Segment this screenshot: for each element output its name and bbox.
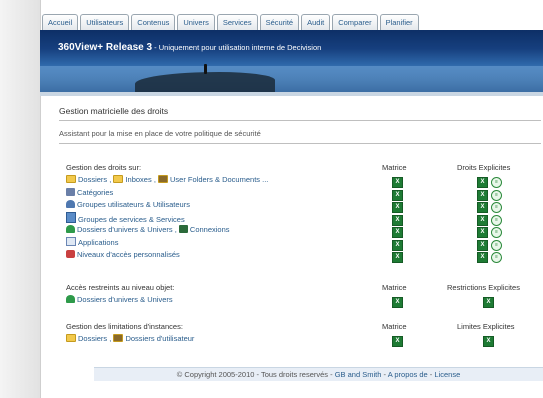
section-heading: Accès restreints au niveau objet:	[66, 283, 175, 292]
section-limites-header: Gestion des limitations d'instances: Mat…	[59, 322, 541, 333]
section-acces: Accès restreints au niveau objet: Matric…	[59, 283, 541, 308]
rights-icon[interactable]: ≡	[491, 252, 502, 263]
col-matrice: Matrice	[382, 283, 407, 292]
list-item: Catégories X X ≡	[59, 187, 541, 201]
link-groupes-utilisateurs[interactable]: Groupes utilisateurs & Utilisateurs	[77, 200, 190, 209]
col-limites-explicites: Limites Explicites	[457, 322, 515, 331]
matrix-excel-icon[interactable]: X	[392, 334, 403, 347]
link-dossiers[interactable]: Dossiers	[78, 334, 107, 343]
excel-icon[interactable]: X	[477, 252, 488, 263]
tab-univers[interactable]: Univers	[177, 14, 215, 30]
banner-rock	[135, 72, 275, 92]
section-limites: Gestion des limitations d'instances: Mat…	[59, 322, 541, 347]
page-subtitle: Assistant pour la mise en place de votre…	[59, 129, 541, 144]
list-item: Applications X X ≡	[59, 236, 541, 251]
link-license[interactable]: License	[434, 370, 460, 379]
matrix-excel-icon[interactable]: X	[392, 295, 403, 308]
link-dossiers[interactable]: Dossiers	[78, 175, 107, 184]
user-folder-icon	[113, 334, 124, 342]
restrictions-excel-icon[interactable]: X	[483, 295, 494, 308]
server-icon	[66, 211, 76, 223]
matrix-excel-icon[interactable]: X	[392, 250, 403, 263]
list-item: Groupes utilisateurs & Utilisateurs X X ≡	[59, 199, 541, 213]
banner-water	[40, 66, 543, 92]
list-item: Groupes de services & Services X X ≡	[59, 211, 541, 226]
col-restrictions-explicites: Restrictions Explicites	[447, 283, 520, 292]
folder-icon	[113, 175, 124, 183]
list-item: Dossiers , Dossiers d'utilisateur X X	[59, 333, 541, 347]
universe-icon	[66, 225, 75, 233]
section-heading: Gestion des droits sur:	[66, 163, 142, 172]
tab-securite[interactable]: Sécurité	[259, 14, 300, 30]
list-item: Niveaux d'accès personnalisés X X ≡	[59, 249, 541, 263]
tab-audit[interactable]: Audit	[301, 14, 331, 30]
folder-icon	[66, 334, 76, 342]
link-groupes-services[interactable]: Groupes de services & Services	[78, 215, 185, 224]
section-droits: Gestion des droits sur: Matrice Droits E…	[59, 163, 541, 263]
col-matrice: Matrice	[382, 163, 407, 172]
main-content: Gestion matricielle des droits Assistant…	[59, 106, 541, 347]
user-group-icon	[66, 200, 75, 208]
app-title: 360View+ Release 3	[58, 42, 153, 53]
left-strip	[0, 0, 41, 398]
list-item: Dossiers , Inboxes , User Folders & Docu…	[59, 174, 541, 188]
tab-comparer[interactable]: Comparer	[332, 14, 378, 30]
banner-stripe	[40, 92, 543, 96]
tab-utilisateurs[interactable]: Utilisateurs	[80, 14, 130, 30]
list-item: Dossiers d'univers & Univers X X	[59, 294, 541, 308]
list-item: Dossiers d'univers & Univers , Connexion…	[59, 224, 541, 238]
copyright-text: © Copyright 2005-2010 - Tous droits rese…	[176, 370, 335, 379]
col-matrice: Matrice	[382, 322, 407, 331]
connection-icon	[178, 225, 188, 233]
link-applications[interactable]: Applications	[78, 238, 118, 247]
link-gb-and-smith[interactable]: GB and Smith	[335, 370, 382, 379]
link-inboxes[interactable]: Inboxes	[125, 175, 151, 184]
separator: ,	[172, 225, 179, 234]
section-heading: Gestion des limitations d'instances:	[66, 322, 183, 331]
categories-icon	[66, 187, 75, 196]
banner-person	[204, 64, 207, 74]
link-dossiers-univers[interactable]: Dossiers d'univers & Univers	[77, 295, 173, 304]
section-acces-header: Accès restreints au niveau objet: Matric…	[59, 283, 541, 294]
limits-excel-icon[interactable]: X	[483, 334, 494, 347]
section-droits-header: Gestion des droits sur: Matrice Droits E…	[59, 163, 541, 174]
tab-bar: Accueil Utilisateurs Contenus Univers Se…	[42, 13, 419, 31]
link-dossiers-utilisateur[interactable]: Dossiers d'utilisateur	[125, 334, 194, 343]
tab-planifier[interactable]: Planifier	[379, 14, 419, 30]
access-level-icon	[66, 250, 75, 258]
link-niveaux-acces[interactable]: Niveaux d'accès personnalisés	[77, 250, 180, 259]
tab-services[interactable]: Services	[216, 14, 258, 30]
banner-title: 360View+ Release 3 - Uniquement pour uti…	[58, 42, 321, 53]
link-user-folders[interactable]: User Folders & Documents ...	[170, 175, 268, 184]
link-dossiers-univers[interactable]: Dossiers d'univers & Univers	[77, 225, 173, 234]
header-banner: 360View+ Release 3 - Uniquement pour uti…	[40, 30, 543, 92]
tab-contenus[interactable]: Contenus	[131, 14, 176, 30]
tab-accueil[interactable]: Accueil	[42, 14, 79, 30]
footer: © Copyright 2005-2010 - Tous droits rese…	[94, 367, 543, 381]
user-folder-icon	[158, 175, 168, 183]
col-droits-explicites: Droits Explicites	[457, 163, 511, 172]
page-title: Gestion matricielle des droits	[59, 106, 541, 121]
application-icon	[66, 236, 76, 246]
link-categories[interactable]: Catégories	[77, 188, 113, 197]
folder-icon	[66, 175, 76, 183]
app-subtitle: - Uniquement pour utilisation interne de…	[152, 43, 322, 52]
link-connexions[interactable]: Connexions	[190, 225, 230, 234]
explicit-rights-icons: X ≡	[477, 250, 502, 263]
link-about[interactable]: A propos de	[388, 370, 428, 379]
universe-icon	[66, 295, 75, 303]
